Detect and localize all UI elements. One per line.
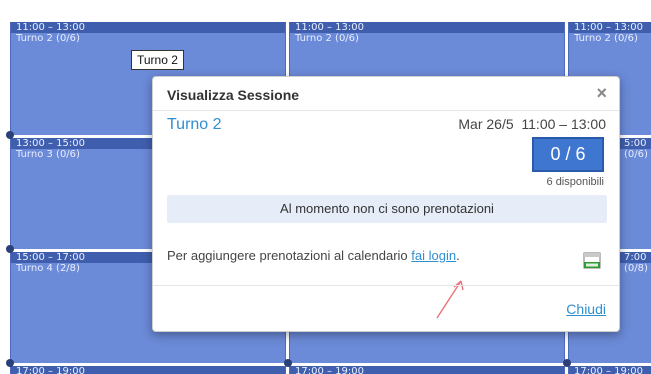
- calendar-event[interactable]: 17:00 – 19:00: [568, 366, 651, 374]
- dialog-title: Visualizza Sessione: [167, 87, 300, 103]
- resize-handle[interactable]: [6, 245, 14, 253]
- ical-calendar-icon[interactable]: [583, 252, 601, 269]
- available-count: 6 disponibili: [546, 176, 604, 188]
- event-time: 11:00 – 13:00: [290, 22, 564, 33]
- session-dialog: Visualizza Sessione × Turno 2 Mar 26/5 1…: [152, 76, 620, 332]
- session-datetime: Mar 26/5 11:00 – 13:00: [458, 116, 606, 132]
- no-bookings-notice: Al momento non ci sono prenotazioni: [167, 195, 607, 223]
- dialog-header: Visualizza Sessione ×: [153, 77, 619, 111]
- resize-handle[interactable]: [6, 131, 14, 139]
- login-prompt-suffix: .: [456, 248, 460, 263]
- event-time: 17:00 – 19:00: [11, 366, 285, 374]
- close-icon[interactable]: ×: [596, 83, 607, 103]
- login-link[interactable]: fai login: [411, 248, 456, 263]
- login-prompt-text: Per aggiungere prenotazioni al calendari…: [167, 248, 412, 263]
- login-prompt: Per aggiungere prenotazioni al calendari…: [167, 248, 460, 263]
- event-tooltip: Turno 2: [131, 50, 184, 70]
- event-time: 17:00 – 19:00: [290, 366, 564, 374]
- resize-handle[interactable]: [6, 359, 14, 367]
- dialog-footer: Chiudi: [153, 285, 619, 332]
- session-name: Turno 2: [167, 116, 222, 133]
- calendar-event[interactable]: 17:00 – 19:00: [289, 366, 565, 374]
- event-time: 11:00 – 13:00: [11, 22, 285, 33]
- resize-handle[interactable]: [563, 359, 571, 367]
- event-time: 17:00 – 19:00: [569, 366, 651, 374]
- event-label: Turno 2 (0/6): [574, 33, 638, 44]
- event-label: Turno 2 (0/6): [16, 33, 80, 44]
- event-time: 11:00 – 13:00: [569, 22, 651, 33]
- close-button[interactable]: Chiudi: [566, 301, 606, 317]
- resize-handle[interactable]: [284, 359, 292, 367]
- calendar-event[interactable]: 17:00 – 19:00: [10, 366, 286, 374]
- capacity-badge: 0 / 6: [532, 137, 604, 172]
- event-label: Turno 2 (0/6): [295, 33, 359, 44]
